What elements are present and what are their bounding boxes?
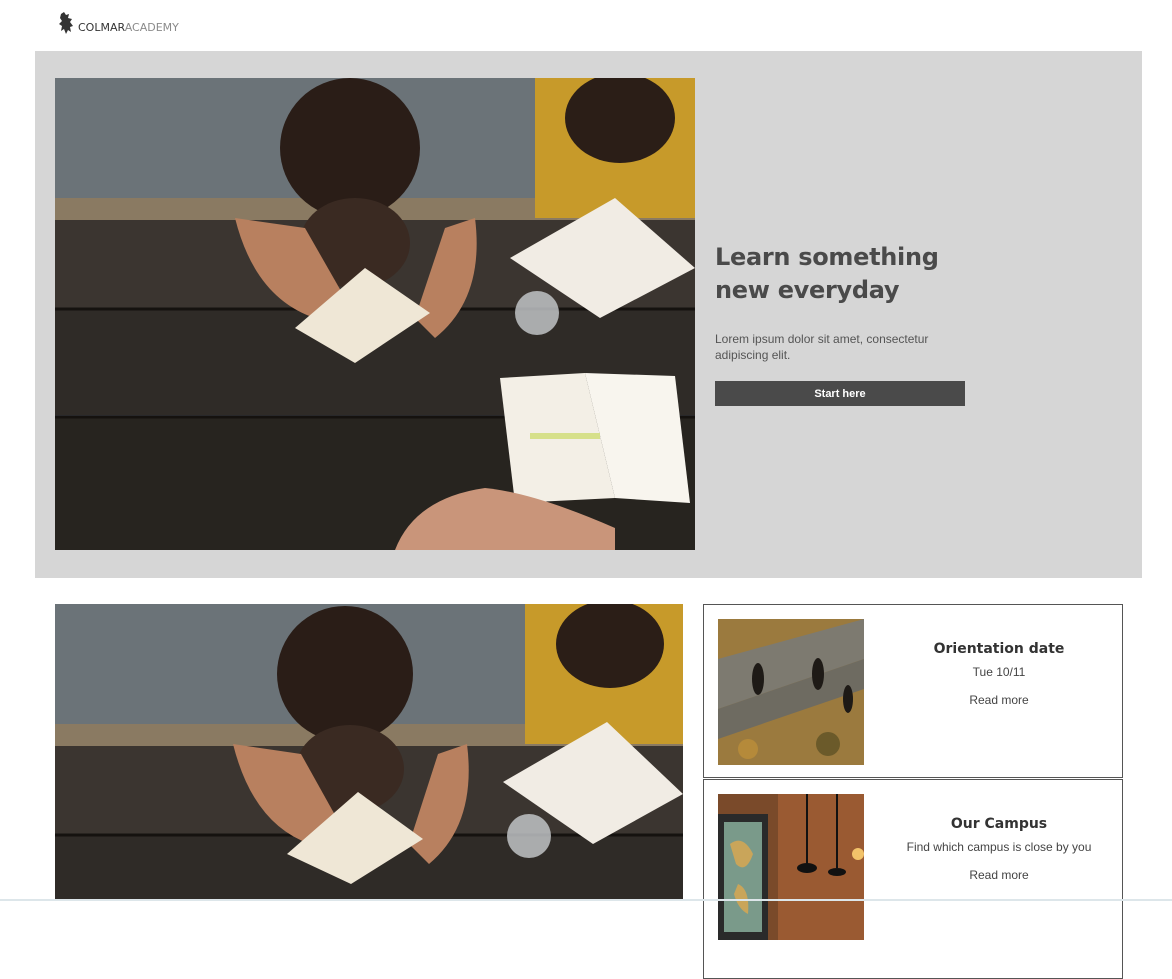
card-image: [718, 619, 864, 765]
read-more-link[interactable]: Read more: [969, 868, 1028, 882]
hero-description: Lorem ipsum dolor sit amet, consectetur …: [715, 332, 929, 362]
logo-wordmark-part2: ACADEMY: [124, 21, 179, 34]
start-here-button[interactable]: Start here: [715, 381, 965, 406]
site-logo[interactable]: COLMARACADEMY: [58, 12, 179, 34]
card-body: Orientation date Tue 10/11 Read more: [894, 641, 1104, 709]
card-subtitle: Tue 10/11: [972, 665, 1026, 679]
hero-section: Learn something new everyday Lorem ipsum…: [35, 51, 1142, 578]
site-header: COLMARACADEMY: [0, 0, 1172, 51]
hero-title: Learn something new everyday: [715, 243, 939, 304]
logo-wordmark-part1: COLMAR: [78, 21, 125, 34]
feature-image: [55, 604, 683, 901]
card-body: Our Campus Find which campus is close by…: [894, 816, 1104, 884]
card-title: Orientation date: [933, 641, 1065, 657]
hero-image: [55, 78, 695, 550]
read-more-link[interactable]: Read more: [969, 693, 1028, 707]
card-image: [718, 794, 864, 940]
hero-text: Learn something new everyday Lorem ipsum…: [715, 241, 975, 363]
rampant-lion-icon: [59, 12, 73, 34]
card-title: Our Campus: [950, 816, 1048, 832]
logo-wordmark: COLMARACADEMY: [78, 22, 179, 34]
event-card-orientation: Orientation date Tue 10/11 Read more: [703, 604, 1123, 778]
card-subtitle: Find which campus is close by you: [906, 840, 1092, 854]
event-card-campus: Our Campus Find which campus is close by…: [703, 779, 1123, 979]
